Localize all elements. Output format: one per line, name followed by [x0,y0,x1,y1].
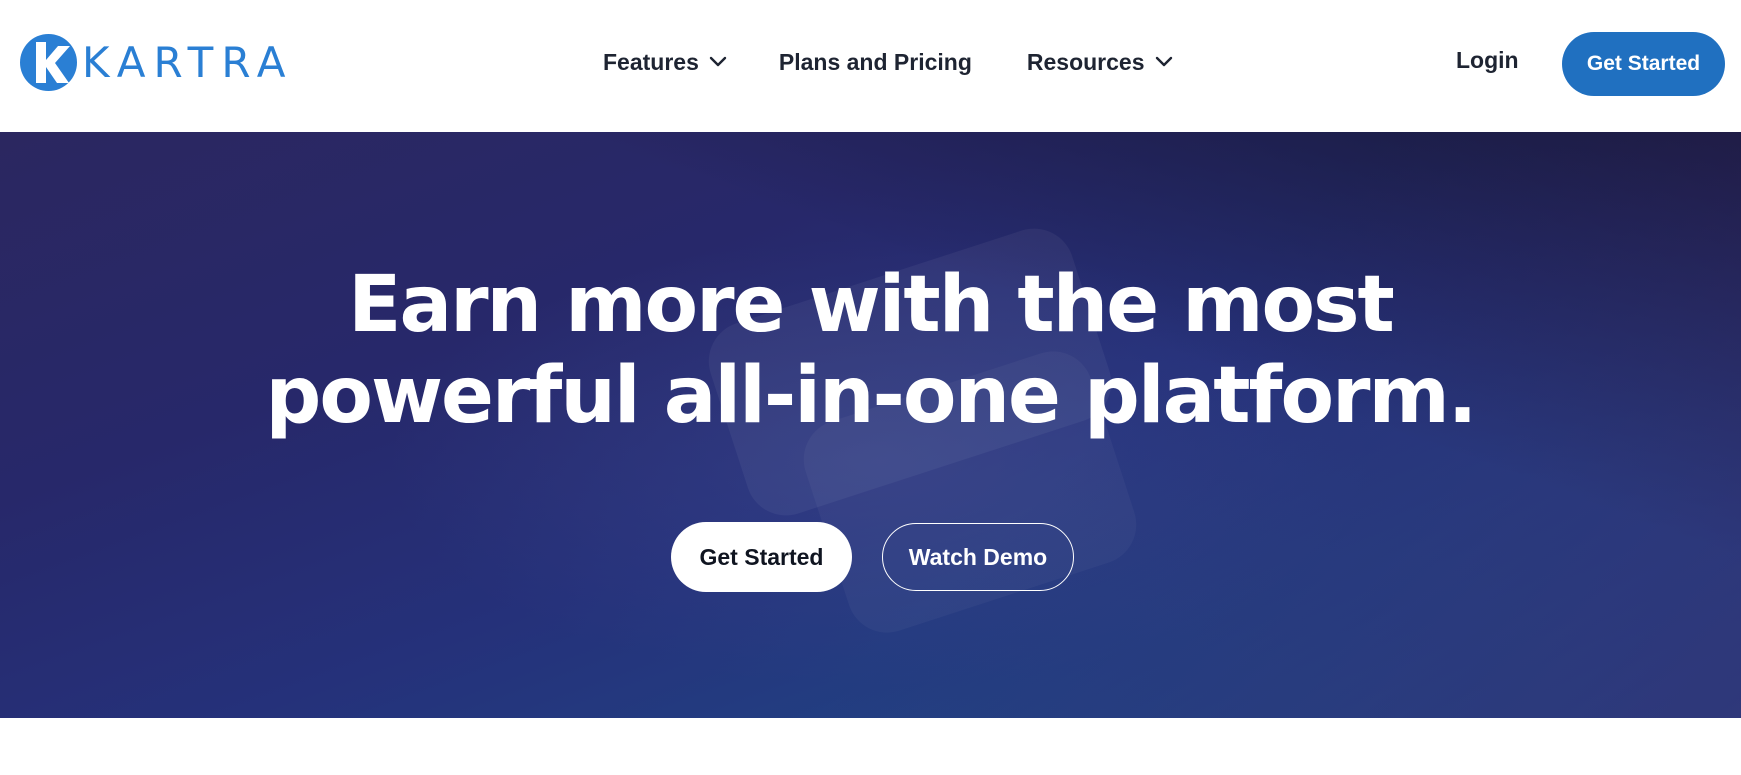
site-header: KARTRA Features Plans and Pricing Resour… [0,0,1741,132]
watch-demo-button[interactable]: Watch Demo [882,523,1074,591]
hero-headline-line-2: powerful all-in-one platform. [265,351,1478,441]
nav-item-plans-and-pricing[interactable]: Plans and Pricing [779,49,972,76]
header-get-started-button[interactable]: Get Started [1562,32,1725,96]
nav-item-resources[interactable]: Resources [1027,49,1173,76]
chevron-down-icon [709,56,727,67]
chevron-down-icon [1155,56,1172,67]
hero-headline-line-1: Earn more with the most [348,260,1395,350]
nav-item-features[interactable]: Features [603,49,727,76]
kartra-k-logo-icon [20,34,77,91]
nav-item-label: Features [603,48,699,75]
main-nav: Features Plans and Pricing Resources [603,44,1173,80]
hero-get-started-button[interactable]: Get Started [671,522,852,592]
nav-item-label: Resources [1026,48,1145,75]
hero-section: Earn more with the most powerful all-in-… [0,132,1741,718]
nav-item-label: Plans and Pricing [778,48,972,75]
brand-name: KARTRA [82,37,294,87]
kartra-logo[interactable]: KARTRA [20,34,294,91]
login-link[interactable]: Login [1456,47,1519,74]
hero-headline: Earn more with the most powerful all-in-… [0,260,1741,442]
